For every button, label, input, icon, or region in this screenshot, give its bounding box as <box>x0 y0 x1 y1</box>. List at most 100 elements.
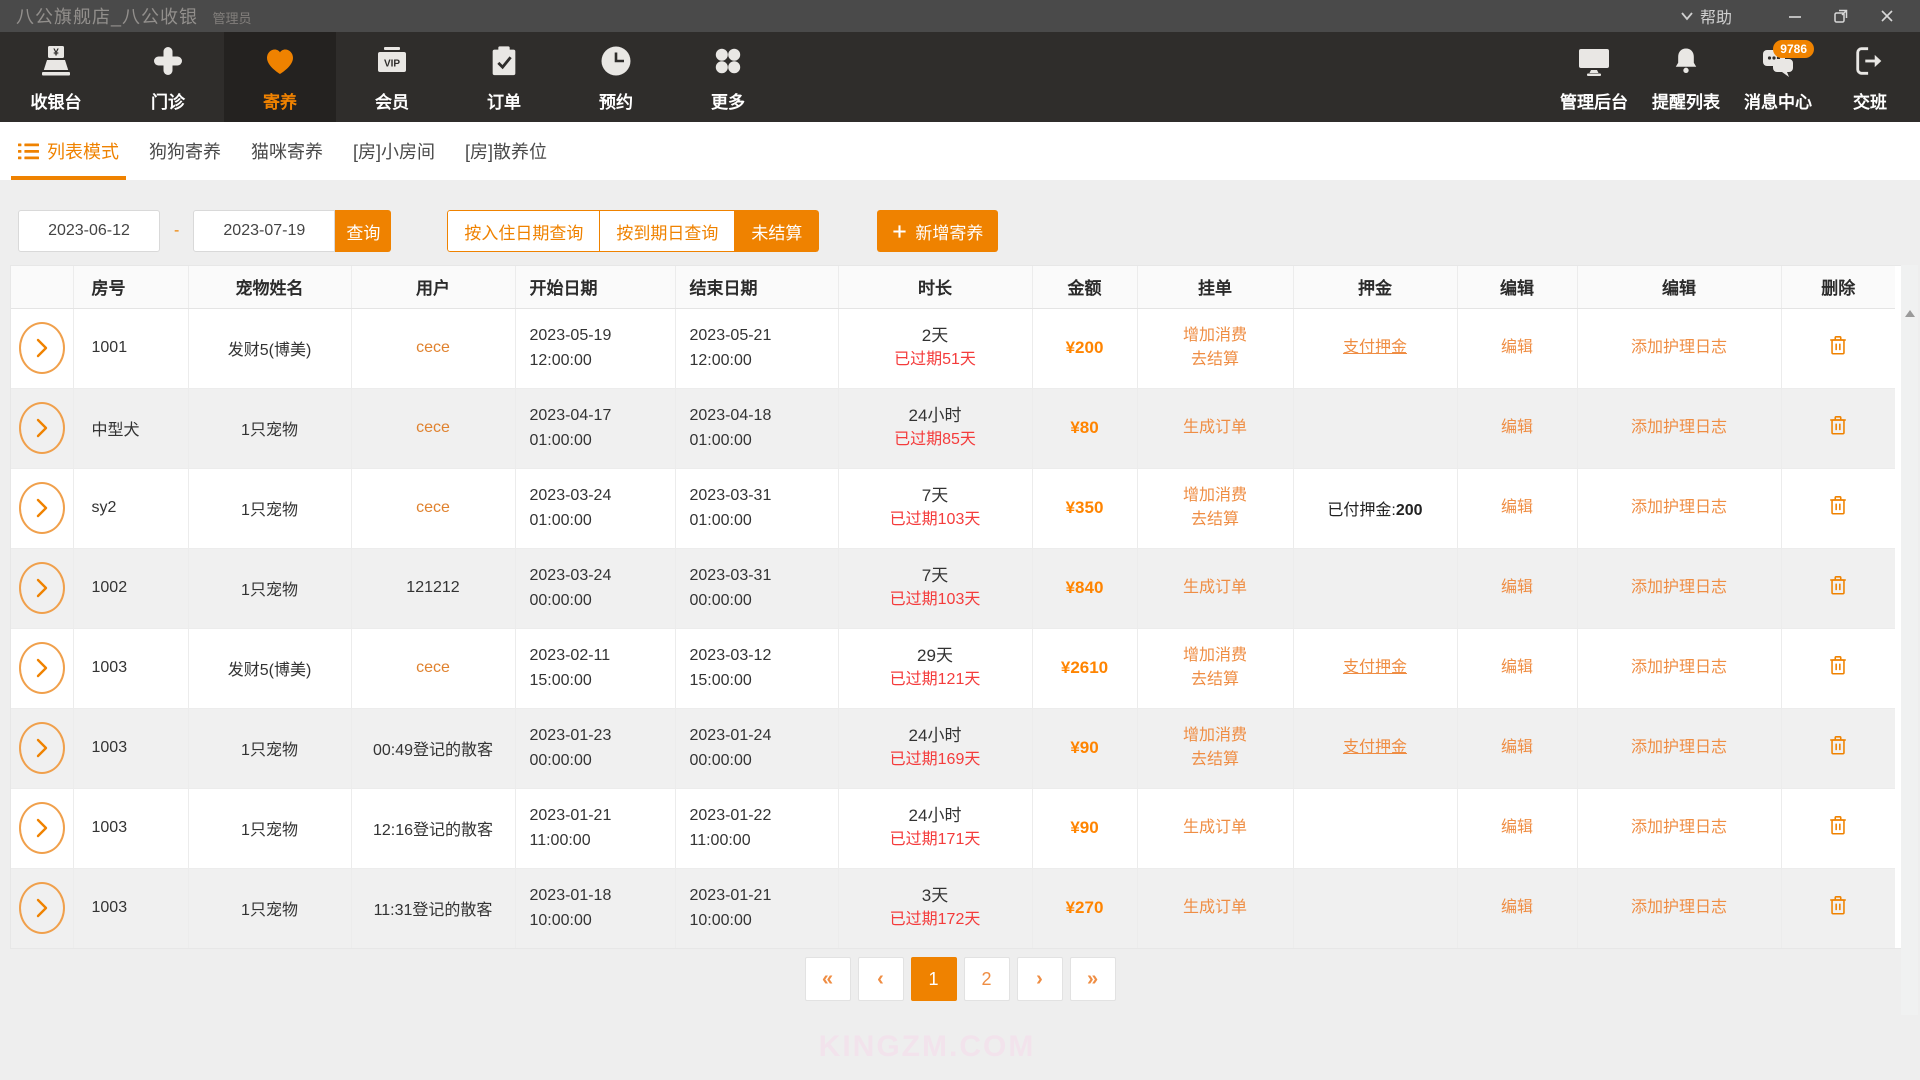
duration-cell: 24小时已过期171天 <box>838 788 1032 868</box>
nav-item-appointment[interactable]: 预约 <box>560 32 672 122</box>
expand-button[interactable] <box>19 402 65 454</box>
order-action-link[interactable]: 去结算 <box>1138 748 1293 772</box>
order-action-link[interactable]: 去结算 <box>1138 348 1293 372</box>
care-log-link[interactable]: 添加护理日志 <box>1631 899 1727 916</box>
trash-icon[interactable] <box>1827 894 1849 917</box>
care-log-link[interactable]: 添加护理日志 <box>1631 819 1727 836</box>
search-button[interactable]: 查询 <box>335 210 391 252</box>
care-log-link[interactable]: 添加护理日志 <box>1631 739 1727 756</box>
care-log-link[interactable]: 添加护理日志 <box>1631 579 1727 596</box>
help-menu[interactable]: 帮助 <box>1680 4 1732 28</box>
order-action-link[interactable]: 生成订单 <box>1138 416 1293 440</box>
date-from-input[interactable] <box>18 210 160 252</box>
deposit-cell: 支付押金 <box>1293 308 1457 388</box>
order-action-link[interactable]: 增加消费 <box>1138 724 1293 748</box>
trash-icon[interactable] <box>1827 574 1849 597</box>
expand-button[interactable] <box>19 562 65 614</box>
expand-button[interactable] <box>19 802 65 854</box>
maximize-button[interactable] <box>1818 0 1864 32</box>
tab-list-mode[interactable]: 列表模式 <box>3 122 134 180</box>
nav-item-orders[interactable]: 订单 <box>448 32 560 122</box>
trash-icon[interactable] <box>1827 334 1849 357</box>
nav-item-cashier[interactable]: ¥收银台 <box>0 32 112 122</box>
pay-deposit-link[interactable]: 支付押金 <box>1343 339 1407 356</box>
user-label: 121212 <box>406 579 459 596</box>
care-log-link[interactable]: 添加护理日志 <box>1631 419 1727 436</box>
tab-room-small[interactable]: [房]小房间 <box>338 122 450 180</box>
edit-link[interactable]: 编辑 <box>1501 419 1533 436</box>
query-mode-unsettled[interactable]: 未结算 <box>735 210 819 252</box>
minimize-button[interactable] <box>1772 0 1818 32</box>
care-log-link[interactable]: 添加护理日志 <box>1631 499 1727 516</box>
column-header: 结束日期 <box>675 266 838 308</box>
order-action-link[interactable]: 生成订单 <box>1138 896 1293 920</box>
pay-deposit-link[interactable]: 支付押金 <box>1343 739 1407 756</box>
edit-link[interactable]: 编辑 <box>1501 819 1533 836</box>
svg-text:¥: ¥ <box>53 48 59 59</box>
end-date-cell: 2023-03-3100:00:00 <box>675 548 838 628</box>
close-button[interactable] <box>1864 0 1910 32</box>
edit-link[interactable]: 编辑 <box>1501 579 1533 596</box>
query-mode-by-due-date[interactable]: 按到期日查询 <box>600 210 735 252</box>
order-action-link[interactable]: 生成订单 <box>1138 576 1293 600</box>
next-page-button[interactable]: › <box>1017 957 1063 1001</box>
trash-icon[interactable] <box>1827 734 1849 757</box>
nav-item-message-center[interactable]: 消息中心9786 <box>1732 32 1824 122</box>
nav-item-more[interactable]: 更多 <box>672 32 784 122</box>
nav-item-admin-console[interactable]: 管理后台 <box>1548 32 1640 122</box>
care-log-link[interactable]: 添加护理日志 <box>1631 339 1727 356</box>
room-cell: 中型犬 <box>73 388 188 468</box>
trash-icon[interactable] <box>1827 654 1849 677</box>
care-log-link[interactable]: 添加护理日志 <box>1631 659 1727 676</box>
pay-deposit-link[interactable]: 支付押金 <box>1343 659 1407 676</box>
order-action-link[interactable]: 去结算 <box>1138 668 1293 692</box>
tab-cat-boarding[interactable]: 猫咪寄养 <box>236 122 338 180</box>
delete-cell <box>1781 628 1895 708</box>
column-header: 编辑 <box>1457 266 1577 308</box>
first-page-button[interactable]: « <box>805 957 851 1001</box>
user-link[interactable]: cece <box>416 659 450 676</box>
scroll-up-arrow[interactable] <box>1905 310 1915 317</box>
order-action-link[interactable]: 去结算 <box>1138 508 1293 532</box>
expand-button[interactable] <box>19 642 65 694</box>
query-mode-by-checkin-date[interactable]: 按入住日期查询 <box>447 210 600 252</box>
trash-icon[interactable] <box>1827 814 1849 837</box>
tab-dog-boarding[interactable]: 狗狗寄养 <box>134 122 236 180</box>
nav-item-clinic[interactable]: 门诊 <box>112 32 224 122</box>
expand-button[interactable] <box>19 482 65 534</box>
edit-link[interactable]: 编辑 <box>1501 899 1533 916</box>
last-page-button[interactable]: » <box>1070 957 1116 1001</box>
nav-item-member[interactable]: VIP会员 <box>336 32 448 122</box>
order-action-link[interactable]: 增加消费 <box>1138 644 1293 668</box>
edit-link[interactable]: 编辑 <box>1501 659 1533 676</box>
edit-link[interactable]: 编辑 <box>1501 339 1533 356</box>
user-link[interactable]: cece <box>416 339 450 356</box>
expand-button[interactable] <box>19 882 65 934</box>
prev-page-button[interactable]: ‹ <box>858 957 904 1001</box>
page-button-1[interactable]: 1 <box>911 957 957 1001</box>
column-header: 开始日期 <box>515 266 675 308</box>
nav-item-label: 消息中心 <box>1744 88 1812 113</box>
user-link[interactable]: cece <box>416 419 450 436</box>
expand-button[interactable] <box>19 322 65 374</box>
nav-item-boarding[interactable]: 寄养 <box>224 32 336 122</box>
edit-link[interactable]: 编辑 <box>1501 499 1533 516</box>
add-boarding-button[interactable]: 新增寄养 <box>877 210 998 252</box>
order-action-link[interactable]: 增加消费 <box>1138 484 1293 508</box>
user-link[interactable]: cece <box>416 499 450 516</box>
start-date-cell: 2023-03-2400:00:00 <box>515 548 675 628</box>
date-to-input[interactable] <box>193 210 335 252</box>
nav-item-shift-change[interactable]: 交班 <box>1824 32 1916 122</box>
tab-room-free-range[interactable]: [房]散养位 <box>450 122 562 180</box>
nav-item-reminder-list[interactable]: 提醒列表 <box>1640 32 1732 122</box>
expand-button[interactable] <box>19 722 65 774</box>
scrollbar-track[interactable] <box>1901 265 1918 1015</box>
trash-icon[interactable] <box>1827 414 1849 437</box>
page-button-2[interactable]: 2 <box>964 957 1010 1001</box>
trash-icon[interactable] <box>1827 494 1849 517</box>
edit-link[interactable]: 编辑 <box>1501 739 1533 756</box>
room-cell: 1001 <box>73 308 188 388</box>
amount-cell: ¥350 <box>1032 468 1137 548</box>
order-action-link[interactable]: 增加消费 <box>1138 324 1293 348</box>
order-action-link[interactable]: 生成订单 <box>1138 816 1293 840</box>
